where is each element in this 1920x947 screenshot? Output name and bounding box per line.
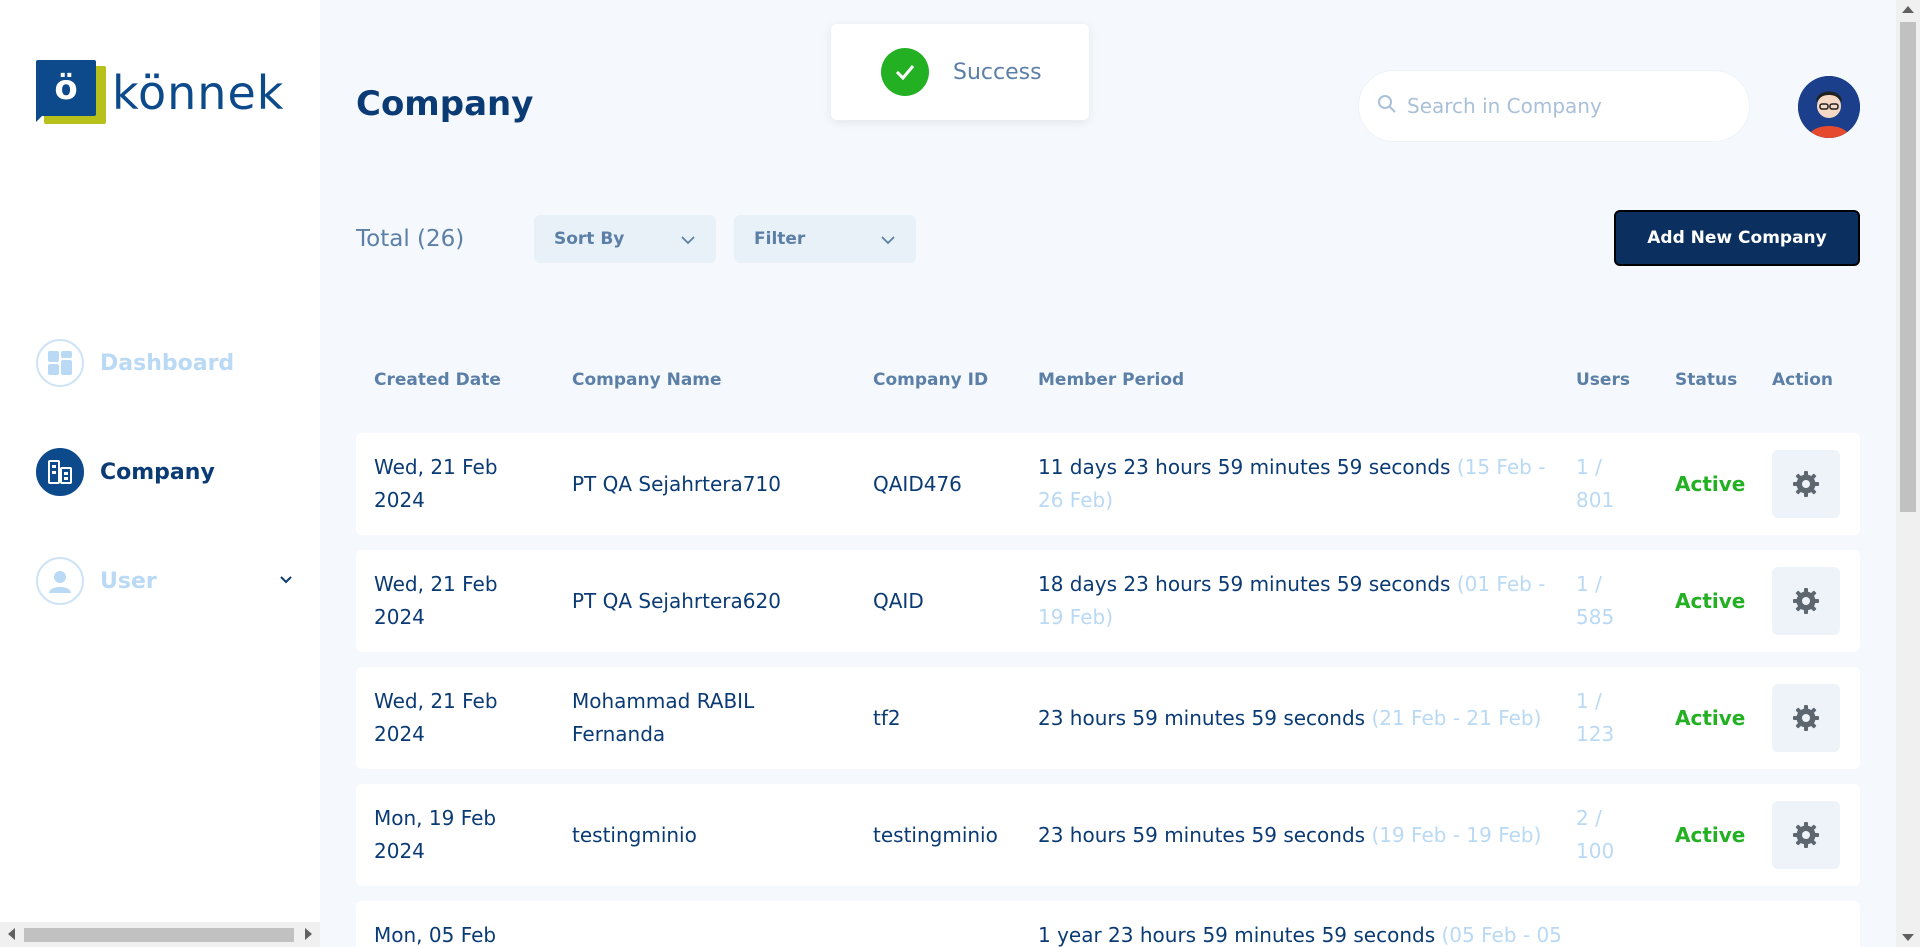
filter-dropdown[interactable]: Filter (734, 215, 916, 263)
add-new-company-button[interactable]: Add New Company (1614, 210, 1860, 266)
users-count: 1 / 123 (1576, 689, 1615, 746)
gear-icon (1793, 588, 1819, 614)
scroll-left-icon[interactable] (8, 928, 15, 940)
sidebar: ö könnek Dashboard Company User (0, 0, 320, 947)
sidebar-item-user[interactable]: User (36, 556, 296, 606)
status-badge: Active (1675, 589, 1746, 613)
company-id: QAID476 (873, 472, 962, 496)
users-count: 1 / 801 (1576, 455, 1615, 512)
header-users[interactable]: Users (1576, 370, 1630, 390)
scrollbar-thumb[interactable] (1900, 22, 1916, 512)
table-header: Created Date Company Name Company ID Mem… (356, 370, 1860, 394)
scrollbar-thumb[interactable] (24, 928, 294, 942)
total-count: Total (26) (356, 226, 465, 252)
member-period: 11 days 23 hours 59 minutes 59 seconds (… (1038, 455, 1546, 512)
member-period: 1 year 23 hours 59 minutes 59 seconds (0… (1038, 923, 1562, 947)
company-id: tf2 (873, 706, 901, 730)
created-date: Wed, 21 Feb 2024 (374, 572, 498, 629)
logo-text: könnek (112, 66, 285, 120)
status-badge: Active (1675, 706, 1746, 730)
header-company-name[interactable]: Company Name (572, 370, 722, 390)
header-action: Action (1772, 370, 1833, 390)
dashboard-icon (36, 339, 84, 387)
user-icon (36, 557, 84, 605)
period-range: (05 Feb - 05 (1441, 923, 1562, 947)
header-created-date[interactable]: Created Date (374, 370, 501, 390)
member-period: 18 days 23 hours 59 minutes 59 seconds (… (1038, 572, 1546, 629)
toast-message: Success (953, 59, 1042, 85)
page-title: Company (356, 84, 534, 124)
created-date: Mon, 19 Feb 2024 (374, 806, 497, 863)
sidebar-item-dashboard[interactable]: Dashboard (36, 338, 296, 388)
search-box[interactable] (1358, 70, 1750, 142)
check-icon (881, 48, 929, 96)
table-row[interactable]: Wed, 21 Feb 2024 Mohammad RABIL Fernanda… (356, 667, 1860, 769)
logo-mark: ö (36, 60, 106, 126)
table-row[interactable]: Mon, 19 Feb 2024 testingminio testingmin… (356, 784, 1860, 886)
company-name: PT QA Sejahrtera710 (572, 472, 781, 496)
status-badge: Active (1675, 823, 1746, 847)
main-content: Company Success Total (26) Sort By Filte… (320, 0, 1896, 947)
company-name: testingminio (572, 823, 697, 847)
table-row[interactable]: Mon, 05 Feb 1 year 23 hours 59 minutes 5… (356, 901, 1860, 947)
filter-label: Filter (754, 229, 806, 249)
gear-icon (1793, 705, 1819, 731)
header-status[interactable]: Status (1675, 370, 1737, 390)
avatar[interactable] (1798, 76, 1860, 138)
company-id: QAID (873, 589, 924, 613)
created-date: Wed, 21 Feb 2024 (374, 455, 498, 512)
settings-button[interactable] (1772, 450, 1840, 518)
success-toast: Success (831, 24, 1089, 120)
settings-button[interactable] (1772, 684, 1840, 752)
created-date: Mon, 05 Feb (374, 923, 497, 947)
settings-button[interactable] (1772, 801, 1840, 869)
vertical-scrollbar[interactable] (1896, 0, 1920, 947)
sidebar-item-label: Dashboard (100, 350, 235, 376)
gear-icon (1793, 471, 1819, 497)
chevron-down-icon (880, 231, 896, 251)
table-row[interactable]: Wed, 21 Feb 2024 PT QA Sejahrtera620 QAI… (356, 550, 1860, 652)
users-count: 1 / 585 (1576, 572, 1615, 629)
header-company-id[interactable]: Company ID (873, 370, 988, 390)
company-id: testingminio (873, 823, 998, 847)
member-period: 23 hours 59 minutes 59 seconds (21 Feb -… (1038, 706, 1542, 730)
settings-button[interactable] (1772, 567, 1840, 635)
chevron-down-icon (680, 231, 696, 251)
status-badge: Active (1675, 472, 1746, 496)
company-icon (36, 448, 84, 496)
sidebar-item-company[interactable]: Company (36, 447, 296, 497)
gear-icon (1793, 822, 1819, 848)
search-icon (1377, 94, 1397, 118)
users-count: 2 / 100 (1576, 806, 1615, 863)
header-member-period[interactable]: Member Period (1038, 370, 1184, 390)
sidebar-item-label: Company (100, 459, 215, 485)
sort-by-dropdown[interactable]: Sort By (534, 215, 716, 263)
sort-by-label: Sort By (554, 229, 625, 249)
chevron-down-icon[interactable] (276, 570, 296, 590)
period-range: (19 Feb - 19 Feb) (1371, 823, 1542, 847)
created-date: Wed, 21 Feb 2024 (374, 689, 498, 746)
scroll-down-icon[interactable] (1902, 934, 1914, 941)
sidebar-item-label: User (100, 568, 157, 594)
horizontal-scrollbar[interactable] (0, 922, 320, 947)
company-name: Mohammad RABIL Fernanda (572, 689, 755, 746)
scroll-up-icon[interactable] (1902, 6, 1914, 13)
company-name: PT QA Sejahrtera620 (572, 589, 781, 613)
konnek-logo[interactable]: ö könnek (36, 60, 284, 126)
scroll-right-icon[interactable] (305, 928, 312, 940)
period-range: (21 Feb - 21 Feb) (1371, 706, 1542, 730)
table-row[interactable]: Wed, 21 Feb 2024 PT QA Sejahrtera710 QAI… (356, 433, 1860, 535)
member-period: 23 hours 59 minutes 59 seconds (19 Feb -… (1038, 823, 1542, 847)
search-input[interactable] (1407, 94, 1727, 118)
